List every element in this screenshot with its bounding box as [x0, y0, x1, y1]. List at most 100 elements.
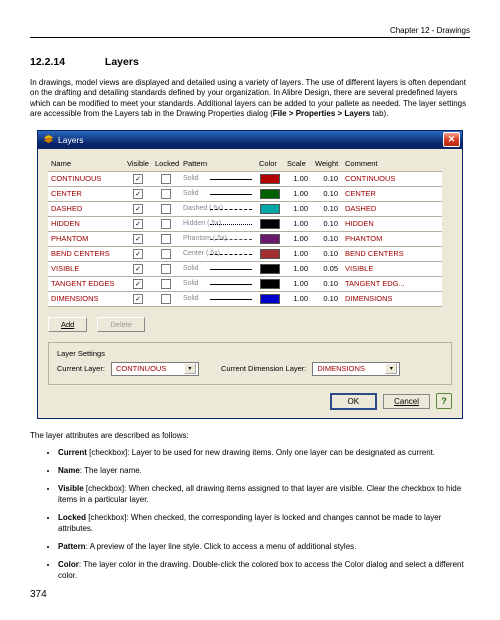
weight-cell[interactable]: 0.10: [312, 172, 342, 187]
weight-cell[interactable]: 0.10: [312, 232, 342, 247]
layer-name-cell[interactable]: VISIBLE: [48, 262, 124, 277]
scale-cell[interactable]: 1.00: [284, 292, 312, 307]
pattern-cell[interactable]: Solid: [180, 262, 256, 277]
visible-cell[interactable]: ✓: [124, 262, 152, 277]
layer-name-cell[interactable]: CENTER: [48, 187, 124, 202]
visible-cell[interactable]: ✓: [124, 247, 152, 262]
scale-cell[interactable]: 1.00: [284, 202, 312, 217]
locked-cell[interactable]: [152, 292, 180, 307]
color-cell[interactable]: [256, 292, 284, 307]
checkbox-icon[interactable]: ✓: [133, 234, 143, 244]
layer-name-cell[interactable]: CONTINUOUS: [48, 172, 124, 187]
pattern-cell[interactable]: Solid: [180, 172, 256, 187]
checkbox-icon[interactable]: ✓: [133, 279, 143, 289]
scale-cell[interactable]: 1.00: [284, 187, 312, 202]
scale-cell[interactable]: 1.00: [284, 247, 312, 262]
checkbox-icon[interactable]: [161, 174, 171, 184]
color-swatch[interactable]: [260, 204, 280, 214]
close-icon[interactable]: ✕: [443, 132, 460, 147]
cancel-button[interactable]: Cancel: [383, 394, 430, 409]
visible-cell[interactable]: ✓: [124, 277, 152, 292]
color-cell[interactable]: [256, 277, 284, 292]
checkbox-icon[interactable]: ✓: [133, 219, 143, 229]
pattern-cell[interactable]: Solid: [180, 277, 256, 292]
comment-cell[interactable]: PHANTOM: [342, 232, 442, 247]
scale-cell[interactable]: 1.00: [284, 262, 312, 277]
color-swatch[interactable]: [260, 249, 280, 259]
color-cell[interactable]: [256, 172, 284, 187]
color-swatch[interactable]: [260, 219, 280, 229]
visible-cell[interactable]: ✓: [124, 292, 152, 307]
weight-cell[interactable]: 0.10: [312, 292, 342, 307]
locked-cell[interactable]: [152, 172, 180, 187]
comment-cell[interactable]: HIDDEN: [342, 217, 442, 232]
pattern-cell[interactable]: Phantom (.5x): [180, 232, 256, 247]
layer-name-cell[interactable]: PHANTOM: [48, 232, 124, 247]
color-cell[interactable]: [256, 262, 284, 277]
comment-cell[interactable]: CONTINUOUS: [342, 172, 442, 187]
layer-name-cell[interactable]: HIDDEN: [48, 217, 124, 232]
ok-button[interactable]: OK: [330, 393, 378, 410]
locked-cell[interactable]: [152, 217, 180, 232]
help-icon[interactable]: ?: [436, 393, 452, 409]
pattern-cell[interactable]: Dashed (.5x): [180, 202, 256, 217]
weight-cell[interactable]: 0.10: [312, 247, 342, 262]
visible-cell[interactable]: ✓: [124, 217, 152, 232]
comment-cell[interactable]: CENTER: [342, 187, 442, 202]
color-swatch[interactable]: [260, 234, 280, 244]
color-cell[interactable]: [256, 202, 284, 217]
layer-name-cell[interactable]: DIMENSIONS: [48, 292, 124, 307]
visible-cell[interactable]: ✓: [124, 172, 152, 187]
checkbox-icon[interactable]: ✓: [133, 294, 143, 304]
current-layer-combo[interactable]: CONTINUOUS ▾: [111, 362, 199, 376]
locked-cell[interactable]: [152, 187, 180, 202]
weight-cell[interactable]: 0.05: [312, 262, 342, 277]
checkbox-icon[interactable]: ✓: [133, 174, 143, 184]
locked-cell[interactable]: [152, 262, 180, 277]
color-cell[interactable]: [256, 232, 284, 247]
checkbox-icon[interactable]: ✓: [133, 189, 143, 199]
pattern-cell[interactable]: Solid: [180, 292, 256, 307]
color-cell[interactable]: [256, 217, 284, 232]
visible-cell[interactable]: ✓: [124, 187, 152, 202]
checkbox-icon[interactable]: [161, 264, 171, 274]
locked-cell[interactable]: [152, 202, 180, 217]
layer-name-cell[interactable]: DASHED: [48, 202, 124, 217]
locked-cell[interactable]: [152, 277, 180, 292]
scale-cell[interactable]: 1.00: [284, 217, 312, 232]
scale-cell[interactable]: 1.00: [284, 172, 312, 187]
checkbox-icon[interactable]: [161, 294, 171, 304]
checkbox-icon[interactable]: [161, 204, 171, 214]
checkbox-icon[interactable]: [161, 234, 171, 244]
scale-cell[interactable]: 1.00: [284, 232, 312, 247]
scale-cell[interactable]: 1.00: [284, 277, 312, 292]
color-swatch[interactable]: [260, 174, 280, 184]
comment-cell[interactable]: BEND CENTERS: [342, 247, 442, 262]
visible-cell[interactable]: ✓: [124, 202, 152, 217]
locked-cell[interactable]: [152, 232, 180, 247]
checkbox-icon[interactable]: [161, 279, 171, 289]
locked-cell[interactable]: [152, 247, 180, 262]
checkbox-icon[interactable]: ✓: [133, 249, 143, 259]
checkbox-icon[interactable]: ✓: [133, 264, 143, 274]
comment-cell[interactable]: VISIBLE: [342, 262, 442, 277]
checkbox-icon[interactable]: [161, 189, 171, 199]
layer-name-cell[interactable]: BEND CENTERS: [48, 247, 124, 262]
checkbox-icon[interactable]: ✓: [133, 204, 143, 214]
add-button[interactable]: Add: [48, 317, 87, 332]
weight-cell[interactable]: 0.10: [312, 277, 342, 292]
checkbox-icon[interactable]: [161, 219, 171, 229]
pattern-cell[interactable]: Center (.5x): [180, 247, 256, 262]
pattern-cell[interactable]: Hidden (.5x): [180, 217, 256, 232]
weight-cell[interactable]: 0.10: [312, 202, 342, 217]
layer-name-cell[interactable]: TANGENT EDGES: [48, 277, 124, 292]
weight-cell[interactable]: 0.10: [312, 217, 342, 232]
comment-cell[interactable]: TANGENT EDG...: [342, 277, 442, 292]
color-swatch[interactable]: [260, 189, 280, 199]
current-dim-combo[interactable]: DIMENSIONS ▾: [312, 362, 400, 376]
visible-cell[interactable]: ✓: [124, 232, 152, 247]
color-swatch[interactable]: [260, 264, 280, 274]
color-cell[interactable]: [256, 247, 284, 262]
pattern-cell[interactable]: Solid: [180, 187, 256, 202]
comment-cell[interactable]: DASHED: [342, 202, 442, 217]
